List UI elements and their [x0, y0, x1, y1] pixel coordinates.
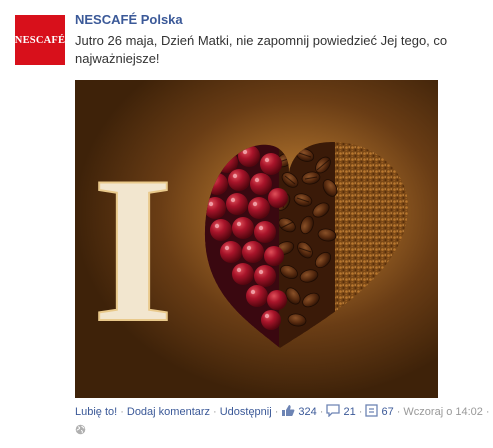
post-message: Jutro 26 maja, Dzień Matki, nie zapomnij…	[75, 33, 448, 66]
likes-count: 324	[298, 406, 317, 418]
letter-i: I	[91, 133, 175, 367]
share-icon	[365, 404, 379, 417]
thumbs-up-icon	[282, 405, 295, 416]
likes-count-link[interactable]: 324	[281, 405, 317, 418]
globe-icon[interactable]	[75, 424, 86, 435]
like-link[interactable]: Lubię to!	[75, 406, 117, 418]
comments-count-link[interactable]: 21	[326, 404, 356, 418]
post-photo[interactable]: I	[75, 80, 438, 398]
shares-count: 67	[381, 406, 394, 418]
coffee-heart	[204, 142, 409, 348]
post-actions: Lubię to! · Dodaj komentarz · Udostępnij · 32…	[75, 404, 490, 418]
shares-count-link[interactable]: 67	[365, 404, 394, 418]
author-link[interactable]: NESCAFÉ Polska	[75, 12, 183, 27]
svg-text:I: I	[92, 134, 174, 366]
comment-link[interactable]: Dodaj komentarz	[127, 406, 210, 418]
photo-illustration: I	[91, 133, 409, 367]
feed-post: NESCAFÉ NESCAFÉ Polska Jutro 26 maja, Dz…	[0, 0, 493, 448]
comments-count: 21	[343, 406, 356, 418]
post-timestamp[interactable]: Wczoraj o 14:02	[403, 406, 482, 418]
page-avatar[interactable]: NESCAFÉ	[15, 15, 65, 65]
comment-icon	[326, 404, 341, 417]
nescafe-logo: NESCAFÉ	[14, 34, 66, 46]
share-link[interactable]: Udostępnij	[220, 406, 272, 418]
